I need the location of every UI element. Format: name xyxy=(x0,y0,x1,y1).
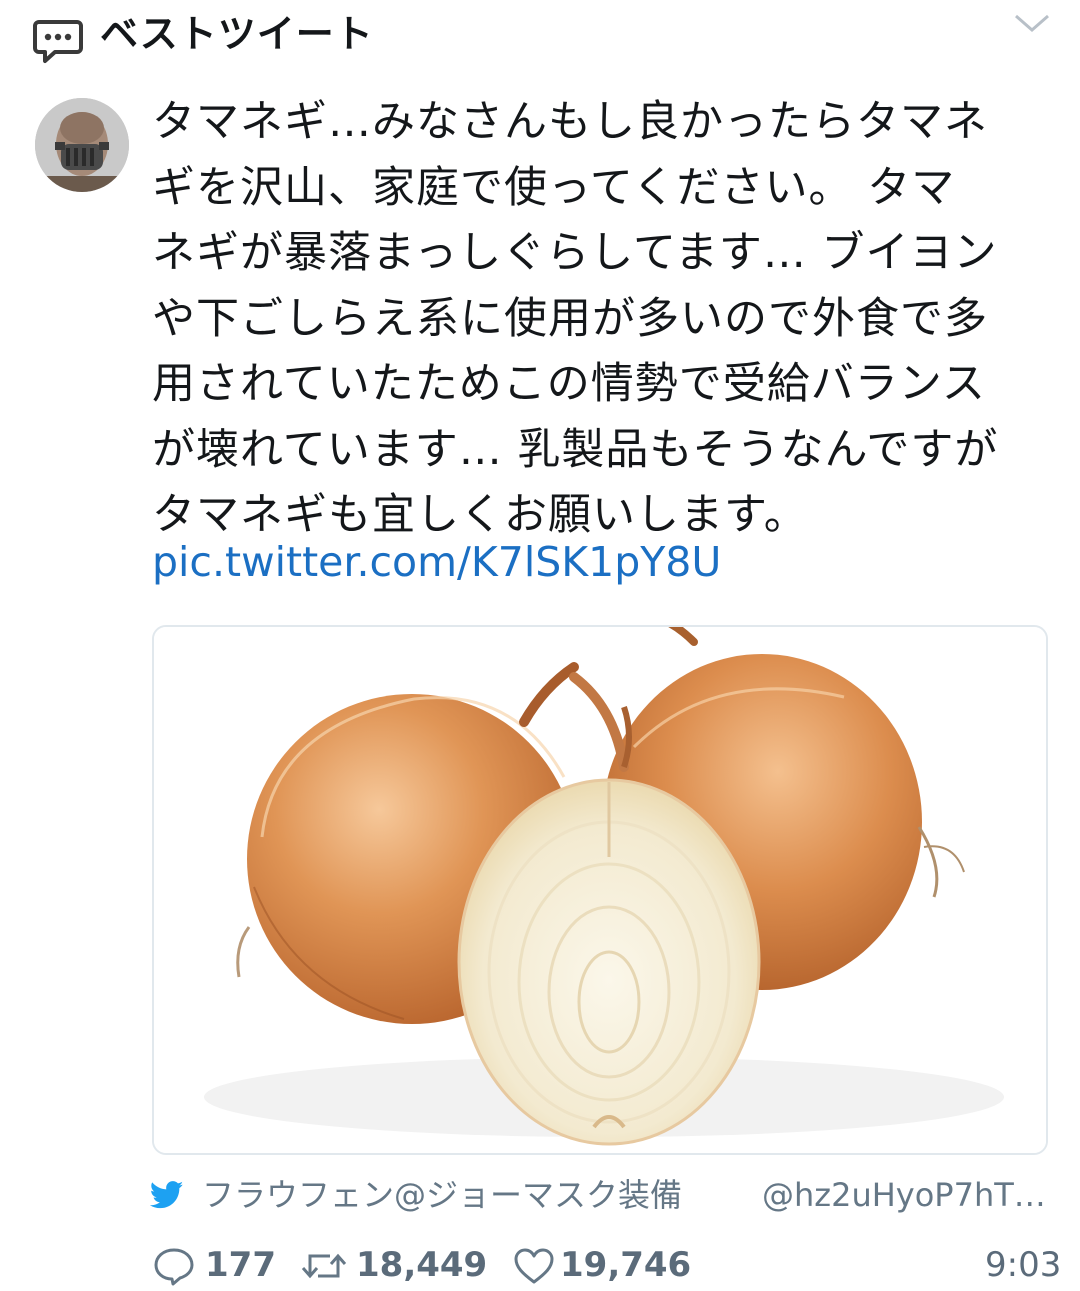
twitter-bird-icon xyxy=(150,1181,184,1209)
tweet-media-link[interactable]: pic.twitter.com/K7lSK1pY8U xyxy=(152,532,721,592)
widget-title: ベストツイート xyxy=(100,12,374,56)
onion-photo xyxy=(154,627,1046,1153)
source-display-name: フラウフェン@ジョーマスク装備 xyxy=(202,1176,683,1214)
retweet-button[interactable]: 18,449 xyxy=(300,1240,500,1290)
tweet-time: 9:03 xyxy=(985,1245,1062,1285)
heart-icon xyxy=(514,1248,554,1284)
tweet-source[interactable]: フラウフェン@ジョーマスク装備 @hz2uHyoP7hT… xyxy=(150,1170,1050,1220)
avatar-image xyxy=(35,98,129,192)
reply-icon xyxy=(154,1248,194,1286)
source-handle: @hz2uHyoP7hT… xyxy=(762,1176,1046,1214)
like-count: 19,746 xyxy=(560,1245,692,1285)
tweet-text: タマネギ…みなさんもし良かったらタマネ ギを沢山、家庭で使ってください。 タマ … xyxy=(152,97,999,540)
retweet-count: 18,449 xyxy=(356,1245,488,1285)
like-button[interactable]: 19,746 xyxy=(510,1240,710,1290)
tweet-media[interactable] xyxy=(152,625,1048,1155)
tweet-actions: 177 18,449 19,746 xyxy=(150,1240,1050,1290)
widget-header: ベストツイート xyxy=(0,0,1080,80)
reply-button[interactable]: 177 xyxy=(150,1240,280,1290)
speech-bubble-icon xyxy=(33,20,83,63)
chevron-down-icon[interactable] xyxy=(1010,8,1054,38)
retweet-icon xyxy=(301,1253,347,1279)
reply-count: 177 xyxy=(205,1245,276,1285)
avatar[interactable] xyxy=(35,98,129,192)
